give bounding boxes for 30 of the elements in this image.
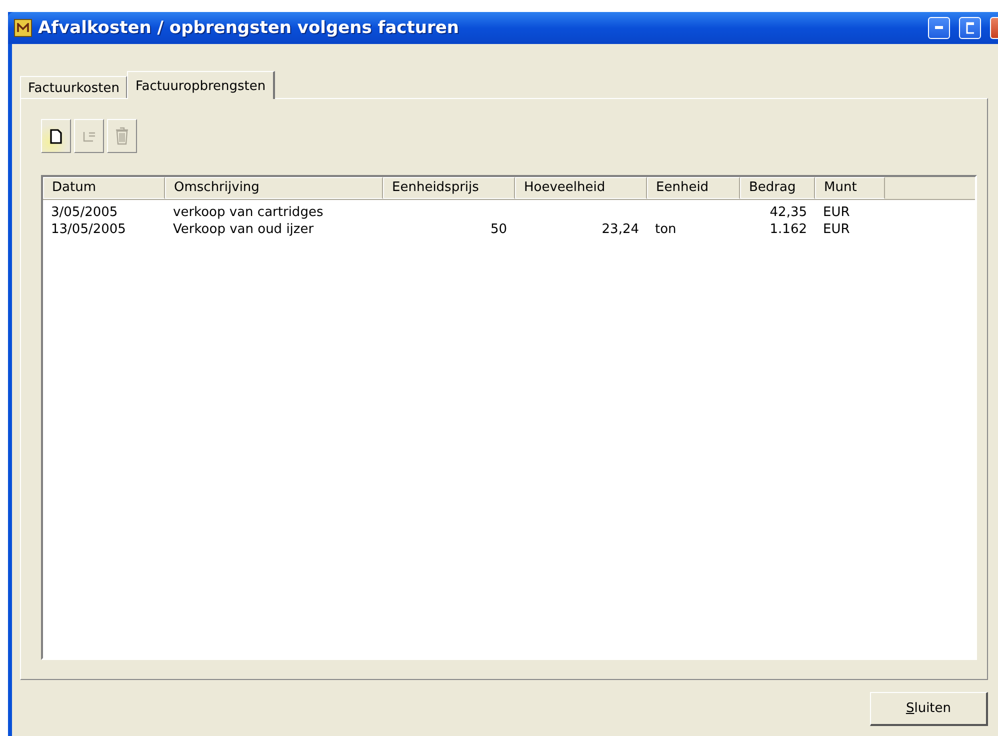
maximize-icon [966,22,974,34]
table-cell: 23,24 [602,222,639,237]
table-cell: 13/05/2005 [51,222,126,237]
tab[interactable]: Factuurkosten [20,76,128,98]
column-header[interactable]: Omschrijving [165,177,383,199]
close-dialog-button[interactable]: Sluiten [870,692,988,726]
table-cell: 42,35 [770,205,807,220]
column-header[interactable]: Eenheidsprijs [383,177,515,199]
table-cell: EUR [823,222,850,237]
column-header[interactable]: Bedrag [740,177,815,199]
table-cell: 50 [490,222,507,237]
tab[interactable]: Factuuropbrengsten [127,71,275,99]
table-cell: ton [655,222,676,237]
minimize-icon [935,26,943,30]
table-cell: 3/05/2005 [51,205,118,220]
trash-icon [115,127,129,145]
column-header[interactable]: Eenheid [647,177,740,199]
column-header[interactable]: Munt [815,177,885,199]
column-header[interactable]: Hoeveelheid [515,177,647,199]
table-cell: EUR [823,205,850,220]
table-cell: 1.162 [770,222,807,237]
document-icon [50,128,62,144]
table-cell: verkoop van cartridges [173,205,324,220]
maximize-button[interactable] [959,17,981,39]
minimize-button[interactable] [928,17,950,39]
window-title: Afvalkosten / opbrengsten volgens facturen [38,18,460,38]
new-button[interactable] [41,119,71,153]
table-cell: Verkoop van oud ijzer [173,222,314,237]
column-header[interactable]: Datum [43,177,165,199]
app-logo-icon [14,19,32,37]
